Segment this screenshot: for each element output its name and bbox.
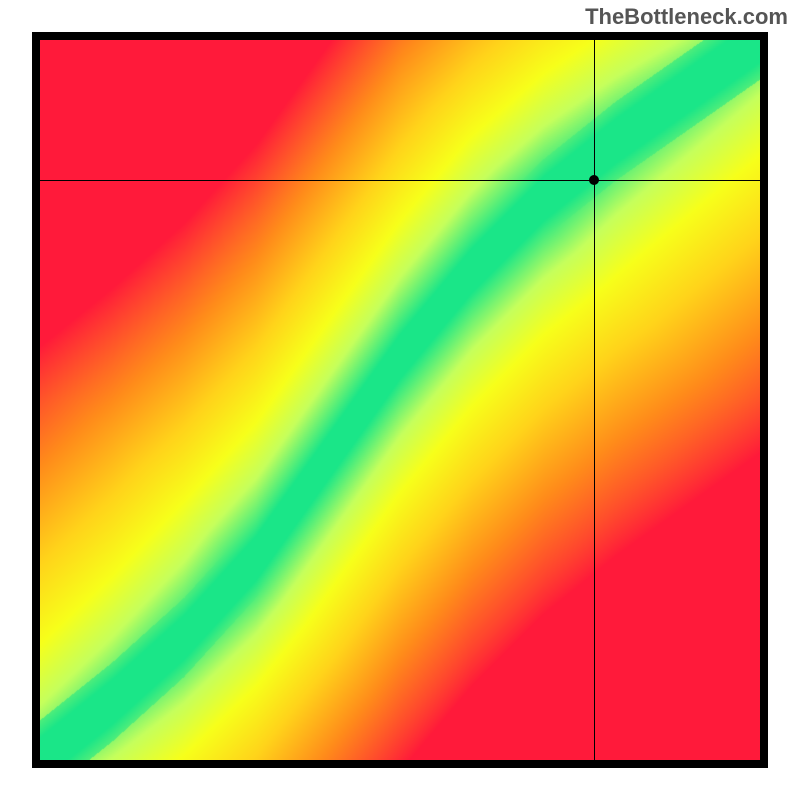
- attribution-label: TheBottleneck.com: [585, 4, 788, 30]
- plot-area: [40, 40, 760, 760]
- chart-container: TheBottleneck.com: [0, 0, 800, 800]
- heatmap-canvas: [40, 40, 760, 760]
- chart-outer-frame: [32, 32, 768, 768]
- selection-marker: [589, 175, 599, 185]
- crosshair-vertical: [594, 40, 595, 760]
- crosshair-horizontal: [40, 180, 760, 181]
